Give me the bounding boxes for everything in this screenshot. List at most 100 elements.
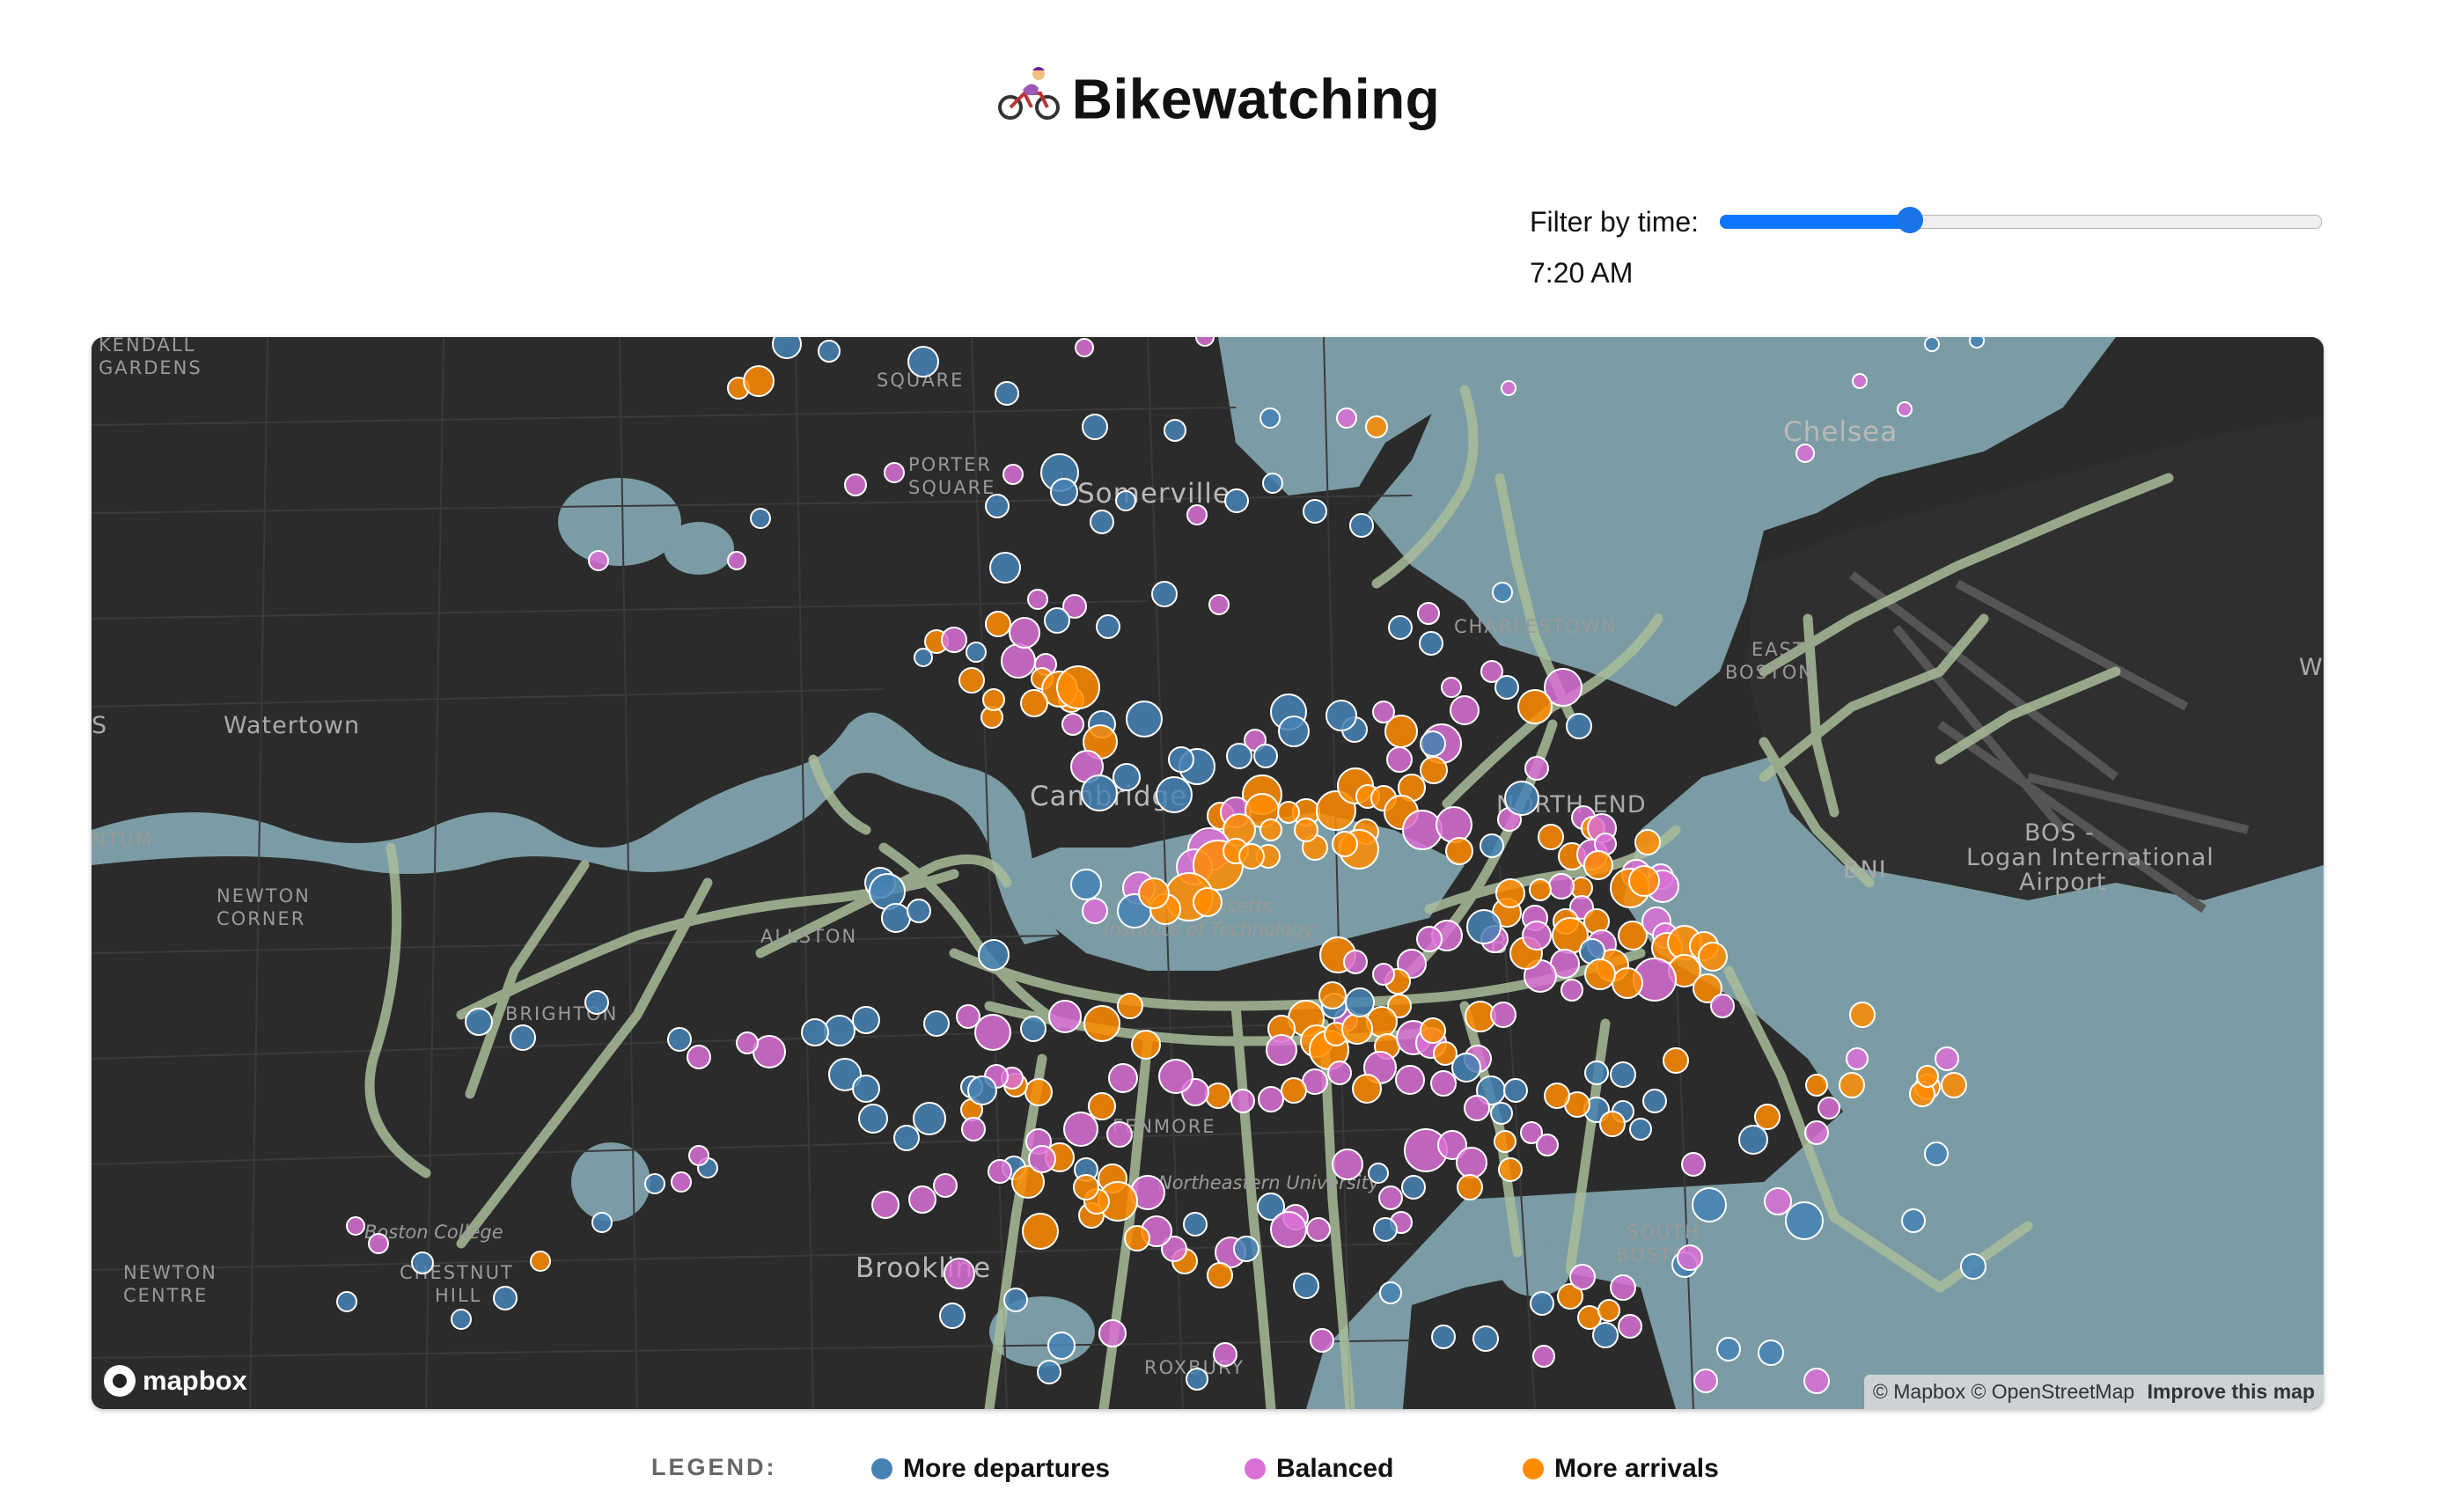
station-marker[interactable] bbox=[1259, 818, 1282, 841]
station-marker[interactable] bbox=[1258, 1086, 1284, 1112]
station-marker[interactable] bbox=[1378, 1185, 1403, 1210]
station-marker[interactable] bbox=[1020, 1016, 1046, 1042]
map[interactable]: KENDALL GARDENS SQUARE PORTER SQUARE Som… bbox=[92, 337, 2324, 1409]
station-marker[interactable] bbox=[750, 508, 771, 529]
station-marker[interactable] bbox=[1293, 1273, 1319, 1299]
station-marker[interactable] bbox=[1048, 1000, 1082, 1033]
station-marker[interactable] bbox=[844, 473, 867, 496]
station-marker[interactable] bbox=[1213, 1342, 1237, 1367]
station-marker[interactable] bbox=[1117, 993, 1143, 1019]
station-marker[interactable] bbox=[1629, 1118, 1652, 1141]
station-marker[interactable] bbox=[772, 337, 802, 359]
station-marker[interactable] bbox=[1764, 1187, 1792, 1215]
station-marker[interactable] bbox=[1090, 510, 1114, 534]
station-marker[interactable] bbox=[1548, 873, 1575, 899]
station-marker[interactable] bbox=[982, 688, 1005, 711]
station-marker[interactable] bbox=[1710, 994, 1735, 1018]
station-marker[interactable] bbox=[1233, 1236, 1259, 1262]
station-marker[interactable] bbox=[1420, 730, 1446, 757]
station-marker[interactable] bbox=[884, 462, 905, 483]
station-marker[interactable] bbox=[1028, 1145, 1056, 1173]
station-marker[interactable] bbox=[1151, 581, 1178, 607]
station-marker[interactable] bbox=[1368, 1163, 1389, 1184]
station-marker[interactable] bbox=[1126, 701, 1163, 738]
station-marker[interactable] bbox=[1431, 1325, 1456, 1349]
station-marker[interactable] bbox=[1082, 898, 1108, 924]
station-marker[interactable] bbox=[1207, 1262, 1233, 1288]
station-marker[interactable] bbox=[1924, 337, 1940, 352]
station-marker[interactable] bbox=[1115, 490, 1136, 511]
station-marker[interactable] bbox=[1503, 1078, 1528, 1103]
station-marker[interactable] bbox=[1063, 1112, 1098, 1147]
station-marker[interactable] bbox=[1417, 602, 1440, 625]
station-marker[interactable] bbox=[1108, 1063, 1138, 1093]
station-marker[interactable] bbox=[1325, 700, 1357, 731]
station-marker[interactable] bbox=[588, 550, 609, 571]
station-marker[interactable] bbox=[1698, 942, 1728, 972]
station-marker[interactable] bbox=[1113, 763, 1141, 791]
station-marker[interactable] bbox=[1056, 665, 1100, 709]
station-marker[interactable] bbox=[1960, 1253, 1986, 1280]
station-marker[interactable] bbox=[1164, 419, 1186, 442]
station-marker[interactable] bbox=[1852, 373, 1868, 389]
station-marker[interactable] bbox=[1445, 837, 1473, 865]
station-marker[interactable] bbox=[1253, 744, 1278, 768]
station-marker[interactable] bbox=[644, 1173, 665, 1194]
station-marker[interactable] bbox=[1420, 756, 1448, 784]
slider-thumb[interactable] bbox=[1897, 207, 1924, 233]
station-marker[interactable] bbox=[1804, 1120, 1829, 1145]
station-marker[interactable] bbox=[801, 1018, 829, 1046]
station-marker[interactable] bbox=[1379, 1281, 1402, 1304]
station-marker[interactable] bbox=[923, 1010, 950, 1037]
station-marker[interactable] bbox=[1532, 1345, 1555, 1368]
station-marker[interactable] bbox=[1003, 1288, 1028, 1312]
station-marker[interactable] bbox=[852, 1006, 880, 1034]
station-marker[interactable] bbox=[1457, 1174, 1483, 1200]
station-marker[interactable] bbox=[1969, 337, 1985, 349]
station-marker[interactable] bbox=[1024, 1078, 1053, 1106]
station-marker[interactable] bbox=[1480, 833, 1504, 858]
station-marker[interactable] bbox=[1456, 1147, 1487, 1178]
station-marker[interactable] bbox=[1501, 380, 1516, 396]
station-marker[interactable] bbox=[1430, 1070, 1457, 1097]
station-marker[interactable] bbox=[1044, 607, 1070, 634]
station-marker[interactable] bbox=[1569, 1264, 1596, 1290]
mapbox-logo[interactable]: mapbox bbox=[104, 1365, 247, 1397]
station-marker[interactable] bbox=[1451, 1053, 1481, 1083]
station-marker[interactable] bbox=[913, 1102, 946, 1135]
station-marker[interactable] bbox=[688, 1145, 709, 1166]
station-marker[interactable] bbox=[1352, 1074, 1382, 1104]
station-marker[interactable] bbox=[1131, 1030, 1161, 1060]
station-marker[interactable] bbox=[818, 340, 841, 363]
station-marker[interactable] bbox=[1785, 1201, 1824, 1240]
station-marker[interactable] bbox=[1186, 504, 1208, 525]
station-marker[interactable] bbox=[1388, 615, 1413, 640]
station-marker[interactable] bbox=[1088, 1092, 1116, 1120]
station-marker[interactable] bbox=[1849, 1002, 1876, 1028]
station-marker[interactable] bbox=[591, 1212, 613, 1233]
station-marker[interactable] bbox=[944, 1258, 975, 1289]
station-marker[interactable] bbox=[1205, 1083, 1231, 1109]
station-marker[interactable] bbox=[1498, 1157, 1523, 1182]
station-marker[interactable] bbox=[530, 1251, 551, 1272]
station-marker[interactable] bbox=[1002, 464, 1024, 485]
station-marker[interactable] bbox=[1494, 675, 1519, 700]
station-marker[interactable] bbox=[1583, 850, 1613, 880]
station-marker[interactable] bbox=[941, 627, 967, 653]
improve-map-link[interactable]: Improve this map bbox=[2148, 1380, 2315, 1403]
station-marker[interactable] bbox=[1327, 1061, 1352, 1085]
station-marker[interactable] bbox=[858, 1104, 888, 1134]
station-marker[interactable] bbox=[1186, 1368, 1208, 1391]
station-marker[interactable] bbox=[1070, 869, 1102, 900]
station-marker[interactable] bbox=[985, 494, 1010, 518]
station-marker[interactable] bbox=[967, 1075, 997, 1105]
station-marker[interactable] bbox=[1544, 1083, 1570, 1109]
station-marker[interactable] bbox=[1817, 1097, 1840, 1119]
station-marker[interactable] bbox=[1530, 1291, 1554, 1316]
station-marker[interactable] bbox=[510, 1024, 536, 1051]
station-marker[interactable] bbox=[907, 899, 931, 923]
station-marker[interactable] bbox=[1096, 614, 1120, 639]
station-marker[interactable] bbox=[1450, 695, 1480, 725]
station-marker[interactable] bbox=[1846, 1047, 1869, 1070]
station-marker[interactable] bbox=[1020, 689, 1048, 717]
